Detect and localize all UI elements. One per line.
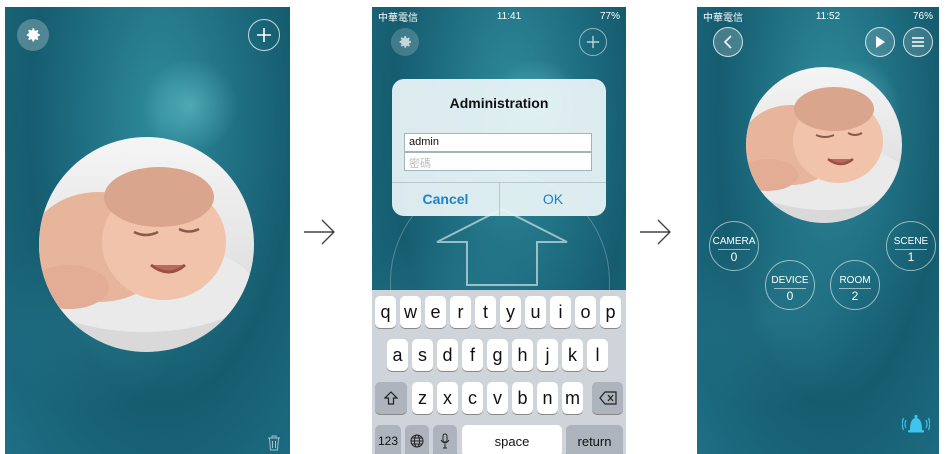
trash-icon: [268, 435, 280, 451]
key-p[interactable]: p: [600, 296, 621, 328]
menu-button[interactable]: [903, 27, 933, 57]
category-label: CAMERA: [712, 236, 756, 247]
status-bar: 中華電信 11:52 76%: [697, 7, 939, 25]
arrow-right-icon: [304, 219, 335, 245]
key-n[interactable]: n: [537, 382, 558, 414]
baby-photo[interactable]: [746, 67, 902, 223]
key-y[interactable]: y: [500, 296, 521, 328]
category-count: 1: [907, 250, 915, 264]
shift-key[interactable]: [375, 382, 407, 414]
category-label: ROOM: [839, 275, 871, 286]
key-z[interactable]: z: [412, 382, 433, 414]
plus-icon: [586, 35, 600, 49]
scene-category[interactable]: SCENE 1: [886, 221, 936, 271]
play-icon: [876, 36, 885, 48]
battery-label: 76%: [912, 10, 933, 22]
alarm-button[interactable]: [901, 412, 931, 441]
cancel-button[interactable]: Cancel: [392, 182, 499, 216]
globe-key[interactable]: [405, 425, 429, 454]
key-m[interactable]: m: [562, 382, 583, 414]
battery-label: 77%: [599, 10, 620, 22]
baby-photo[interactable]: [39, 137, 254, 352]
delete-button[interactable]: [267, 435, 281, 454]
settings-button[interactable]: [391, 28, 419, 56]
shift-icon: [384, 391, 398, 405]
globe-icon: [410, 434, 424, 448]
gear-icon: [26, 28, 40, 42]
dashboard-screen: 中華電信 11:52 76% CAMERA 0 SCENE 1 DEVICE 0…: [697, 7, 939, 454]
key-f[interactable]: f: [462, 339, 483, 371]
key-c[interactable]: c: [462, 382, 483, 414]
ok-button[interactable]: OK: [500, 182, 606, 216]
key-d[interactable]: d: [437, 339, 458, 371]
administration-dialog: Administration admin 密碼 Cancel OK: [392, 79, 606, 216]
key-i[interactable]: i: [550, 296, 571, 328]
menu-icon: [912, 37, 924, 47]
key-j[interactable]: j: [537, 339, 558, 371]
baby-illustration: [39, 167, 254, 352]
key-e[interactable]: e: [425, 296, 446, 328]
add-button[interactable]: [248, 19, 280, 51]
key-b[interactable]: b: [512, 382, 533, 414]
key-q[interactable]: q: [375, 296, 396, 328]
backspace-key[interactable]: [592, 382, 623, 414]
return-key[interactable]: return: [566, 425, 623, 454]
key-g[interactable]: g: [487, 339, 508, 371]
baby-illustration: [746, 87, 902, 223]
status-bar: 中華電信 11:41 77%: [372, 7, 626, 25]
gear-icon: [399, 36, 411, 48]
microphone-key[interactable]: [433, 425, 457, 454]
login-screen: 中華電信 11:41 77% Administration admin 密碼 C…: [372, 7, 626, 454]
settings-button[interactable]: [17, 19, 49, 51]
username-field[interactable]: admin: [404, 133, 592, 152]
home-screen: [5, 7, 290, 454]
category-count: 0: [730, 250, 738, 264]
backspace-icon: [598, 391, 617, 405]
house-outline-icon: [436, 207, 568, 286]
key-k[interactable]: k: [562, 339, 583, 371]
category-label: SCENE: [893, 236, 929, 247]
key-u[interactable]: u: [525, 296, 546, 328]
key-t[interactable]: t: [475, 296, 496, 328]
chevron-left-icon: [723, 35, 732, 49]
back-button[interactable]: [713, 27, 743, 57]
dialog-title: Administration: [449, 95, 549, 111]
plus-icon: [257, 28, 271, 42]
microphone-icon: [440, 433, 450, 449]
key-x[interactable]: x: [437, 382, 458, 414]
carrier-label: 中華電信: [378, 12, 418, 24]
category-count: 0: [786, 289, 794, 303]
time-label: 11:52: [815, 10, 841, 22]
camera-category[interactable]: CAMERA 0: [709, 221, 759, 271]
numbers-key[interactable]: 123: [375, 425, 401, 454]
arrow-right-icon: [640, 219, 671, 245]
space-key[interactable]: space: [462, 425, 562, 454]
key-h[interactable]: h: [512, 339, 533, 371]
play-button[interactable]: [865, 27, 895, 57]
category-label: DEVICE: [771, 275, 809, 286]
key-s[interactable]: s: [412, 339, 433, 371]
key-r[interactable]: r: [450, 296, 471, 328]
key-w[interactable]: w: [400, 296, 421, 328]
keyboard: q w e r t y u i o p a s d f g h j k l z …: [372, 290, 626, 454]
password-field[interactable]: 密碼: [404, 152, 592, 171]
add-button[interactable]: [579, 28, 607, 56]
time-label: 11:41: [496, 10, 522, 22]
room-category[interactable]: ROOM 2: [830, 260, 880, 310]
carrier-label: 中華電信: [703, 12, 743, 24]
key-o[interactable]: o: [575, 296, 596, 328]
key-a[interactable]: a: [387, 339, 408, 371]
alarm-bell-icon: [901, 414, 931, 433]
key-v[interactable]: v: [487, 382, 508, 414]
category-count: 2: [851, 289, 859, 303]
device-category[interactable]: DEVICE 0: [765, 260, 815, 310]
key-l[interactable]: l: [587, 339, 608, 371]
